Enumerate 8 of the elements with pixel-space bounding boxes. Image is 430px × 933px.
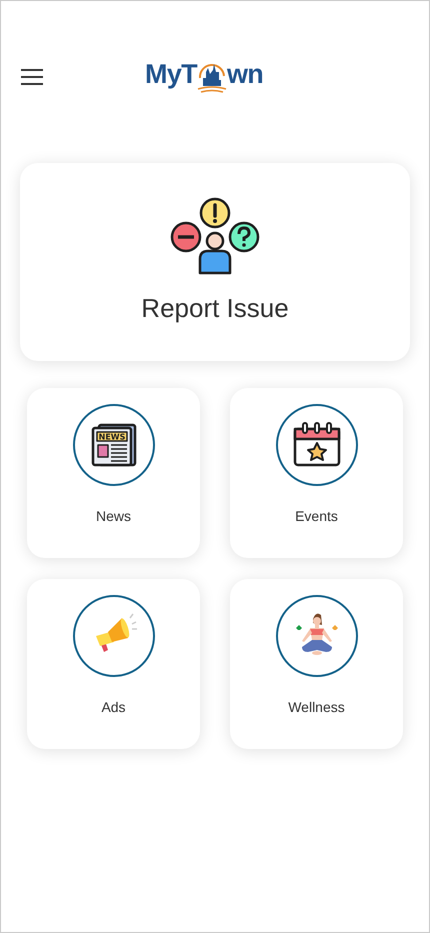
category-tile[interactable]: Events <box>230 388 403 558</box>
logo-text: MyT <box>145 61 197 88</box>
category-tile[interactable]: NEWS News <box>27 388 200 558</box>
category-tile[interactable]: Ads <box>27 579 200 749</box>
logo-text: wn <box>226 61 264 88</box>
newspaper-headline: NEWS <box>98 432 125 442</box>
category-tile[interactable]: Wellness <box>230 579 403 749</box>
report-issue-card[interactable]: Report Issue <box>20 163 410 361</box>
